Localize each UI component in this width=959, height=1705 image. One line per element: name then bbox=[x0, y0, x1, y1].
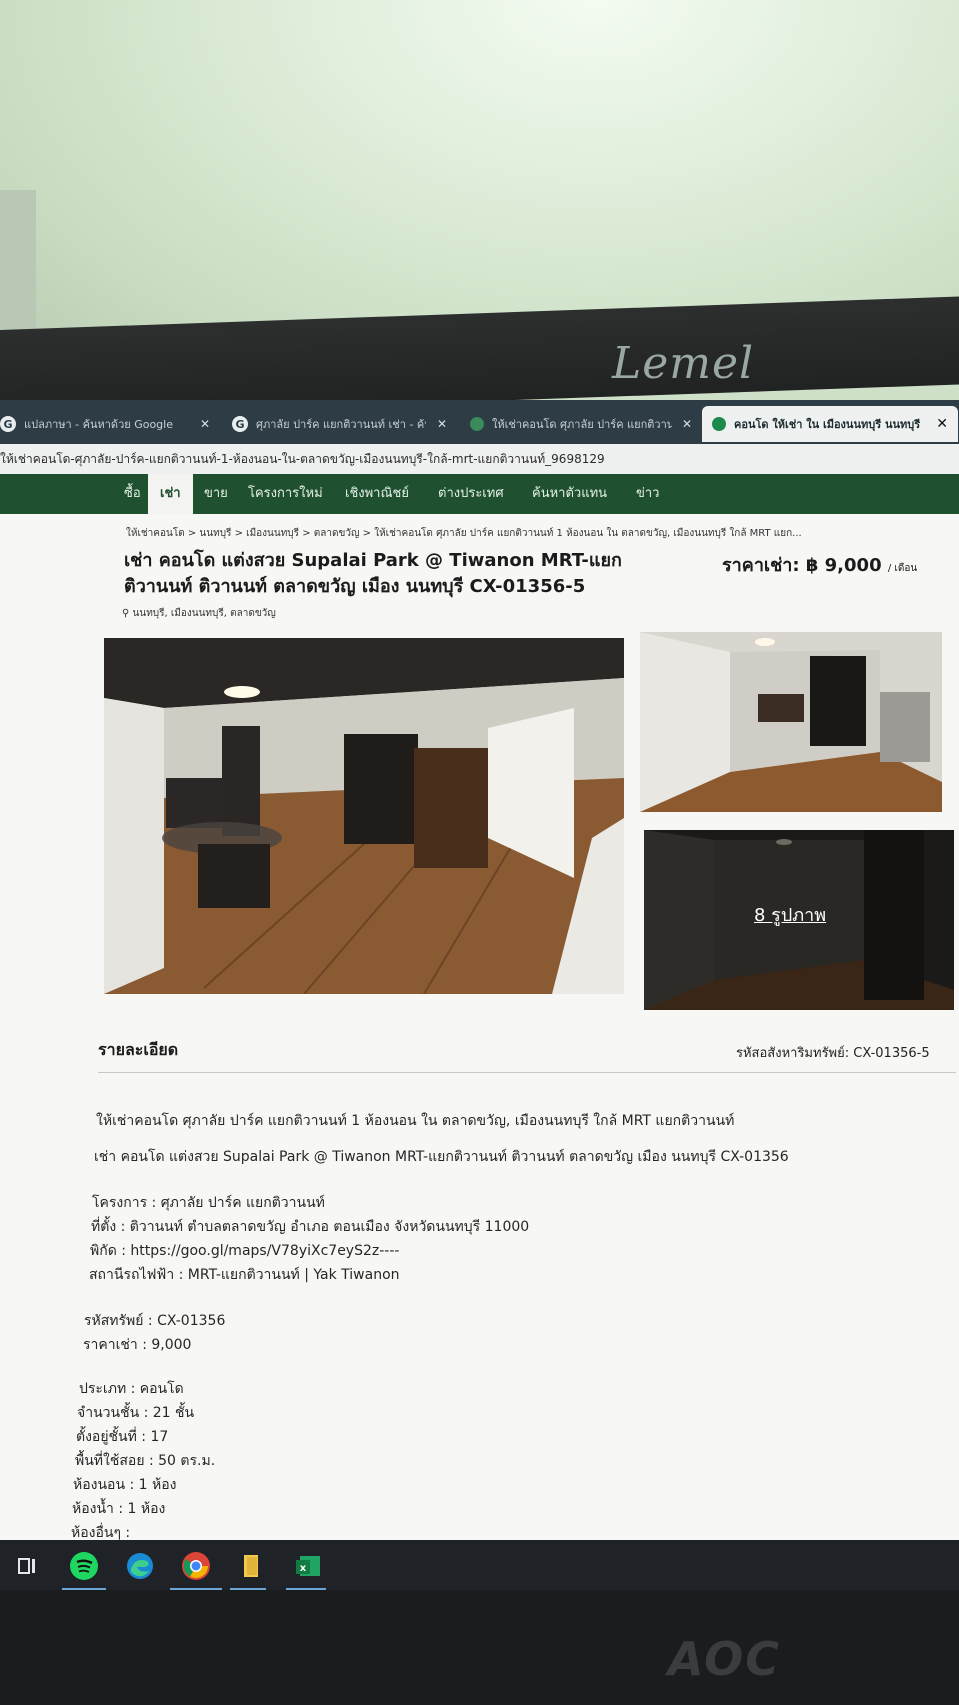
detail-line: ราคาเช่า : 9,000 bbox=[83, 1337, 192, 1353]
nav-item-news[interactable]: ข่าว bbox=[636, 474, 660, 514]
detail-line: ห้องนอน : 1 ห้อง bbox=[73, 1477, 177, 1493]
detail-line: เช่า คอนโด แต่งสวย Supalai Park @ Tiwano… bbox=[94, 1149, 789, 1165]
address-bar[interactable]: ให้เช่าคอนโด-ศุภาลัย-ปาร์ค-แยกติวานนท์-1… bbox=[0, 444, 959, 474]
room-photo-illustration bbox=[104, 638, 624, 994]
nav-item-commercial[interactable]: เชิงพาณิชย์ bbox=[345, 474, 409, 514]
details-heading: รายละเอียด bbox=[98, 1040, 179, 1059]
nav-item-find-agent[interactable]: ค้นหาตัวแทน bbox=[532, 474, 607, 514]
tab-label: ให้เช่าคอนโด ศุภาลัย ปาร์ค แยกติวานนท์ 1 bbox=[492, 418, 672, 431]
property-ref-code: รหัสอสังหาริมทรัพย์: CX-01356-5 bbox=[736, 1046, 930, 1061]
detail-line: ให้เช่าคอนโด ศุภาลัย ปาร์ค แยกติวานนท์ 1… bbox=[96, 1113, 735, 1129]
location-text: นนทบุรี, เมืองนนทบุรี, ตลาดขวัญ bbox=[132, 608, 276, 619]
listing-price: ราคาเช่า: ฿ 9,000 / เดือน bbox=[722, 550, 917, 579]
close-icon[interactable]: ✕ bbox=[682, 417, 692, 431]
google-icon: G bbox=[0, 416, 16, 432]
detail-line: โครงการ : ศุภาลัย ปาร์ค แยกติวานนท์ bbox=[92, 1195, 325, 1211]
close-icon[interactable]: ✕ bbox=[936, 416, 948, 432]
nav-item-buy[interactable]: ซื้อ bbox=[124, 474, 141, 514]
detail-line: ประเภท : คอนโด bbox=[79, 1381, 184, 1397]
file-explorer-icon[interactable] bbox=[236, 1550, 268, 1582]
spotify-icon[interactable] bbox=[68, 1550, 100, 1582]
main-listing-photo[interactable] bbox=[104, 638, 624, 994]
price-unit: / เดือน bbox=[887, 563, 918, 574]
tab-label: คอนโด ให้เช่า ใน เมืองนนทบุรี นนทบุรี bbox=[734, 418, 921, 431]
detail-line: สถานีรถไฟฟ้า : MRT-แยกติวานนท์ | Yak Tiw… bbox=[89, 1267, 400, 1283]
thumbnail-photo-more[interactable]: 8 รูปภาพ bbox=[644, 830, 954, 1010]
monitor-bezel-brand: AOC bbox=[668, 1632, 782, 1686]
site-nav: ซื้อ เช่า ขาย โครงการใหม่ เชิงพาณิชย์ ต่… bbox=[0, 474, 959, 514]
price-value: ราคาเช่า: ฿ 9,000 bbox=[722, 555, 882, 576]
detail-line[interactable]: พิกัด : https://goo.gl/maps/V78yiXc7eyS2… bbox=[90, 1240, 399, 1262]
browser-tab-1[interactable]: G แปลภาษา - ค้นหาด้วย Google ✕ bbox=[0, 406, 210, 442]
detail-line: จำนวนชั้น : 21 ชั้น bbox=[77, 1405, 195, 1421]
detail-line: ตั้งอยู่ชั้นที่ : 17 bbox=[76, 1429, 169, 1445]
listing-title: เช่า คอนโด แต่งสวย Supalai Park @ Tiwano… bbox=[124, 550, 622, 597]
detail-line: ที่ตั้ง : ติวานนท์ ตำบลตลาดขวัญ อำเภอ ตอ… bbox=[91, 1219, 530, 1235]
listing-content: ให้เช่าคอนโด > นนทบุรี > เมืองนนทบุรี > … bbox=[0, 514, 959, 1592]
chrome-icon[interactable] bbox=[180, 1550, 212, 1582]
monitor-brand-logo: Lemel bbox=[612, 338, 755, 389]
section-divider bbox=[98, 1072, 956, 1073]
excel-icon[interactable]: x bbox=[292, 1550, 324, 1582]
browser-tab-2[interactable]: G ศุภาลัย ปาร์ค แยกติวานนท์ เช่า - ค้นหา… bbox=[232, 406, 447, 442]
nav-item-sell[interactable]: ขาย bbox=[204, 474, 228, 514]
google-icon: G bbox=[232, 416, 248, 432]
nav-item-overseas[interactable]: ต่างประเทศ bbox=[438, 474, 504, 514]
task-view-icon[interactable] bbox=[12, 1550, 44, 1582]
detail-line: ห้องน้ำ : 1 ห้อง bbox=[72, 1501, 166, 1517]
browser-tab-bar: G แปลภาษา - ค้นหาด้วย Google ✕ G ศุภาลัย… bbox=[0, 400, 959, 444]
monitor-bottom-bezel bbox=[0, 1590, 959, 1705]
tab-label: ศุภาลัย ปาร์ค แยกติวานนท์ เช่า - ค้นหาด้… bbox=[256, 418, 426, 431]
tab-label: แปลภาษา - ค้นหาด้วย Google bbox=[24, 418, 173, 431]
listing-location: ⚲ นนทบุรี, เมืองนนทบุรี, ตลาดขวัญ bbox=[122, 606, 276, 621]
browser-tab-3[interactable]: ให้เช่าคอนโด ศุภาลัย ปาร์ค แยกติวานนท์ 1… bbox=[470, 406, 692, 442]
more-photos-link[interactable]: 8 รูปภาพ bbox=[754, 900, 826, 929]
thumbnail-photo-bedroom[interactable] bbox=[640, 632, 942, 812]
browser-tab-active[interactable]: คอนโด ให้เช่า ใน เมืองนนทบุรี นนทบุรี ✕ bbox=[702, 406, 958, 442]
edge-icon[interactable] bbox=[124, 1550, 156, 1582]
bedroom-photo-illustration bbox=[640, 632, 942, 812]
location-pin-icon: ⚲ bbox=[122, 608, 130, 619]
svg-text:x: x bbox=[300, 1563, 307, 1574]
detail-line: พื้นที่ใช้สอย : 50 ตร.ม. bbox=[75, 1453, 216, 1469]
close-icon[interactable]: ✕ bbox=[437, 417, 447, 431]
close-icon[interactable]: ✕ bbox=[200, 417, 210, 431]
site-icon bbox=[470, 417, 484, 431]
windows-taskbar: x bbox=[0, 1540, 959, 1592]
breadcrumb[interactable]: ให้เช่าคอนโด > นนทบุรี > เมืองนนทบุรี > … bbox=[126, 526, 802, 541]
detail-line: รหัสทรัพย์ : CX-01356 bbox=[84, 1313, 226, 1329]
browser-screen: G แปลภาษา - ค้นหาด้วย Google ✕ G ศุภาลัย… bbox=[0, 400, 959, 1592]
site-icon bbox=[712, 417, 726, 431]
nav-item-new-projects[interactable]: โครงการใหม่ bbox=[248, 474, 323, 514]
nav-item-rent[interactable]: เช่า bbox=[148, 474, 193, 514]
